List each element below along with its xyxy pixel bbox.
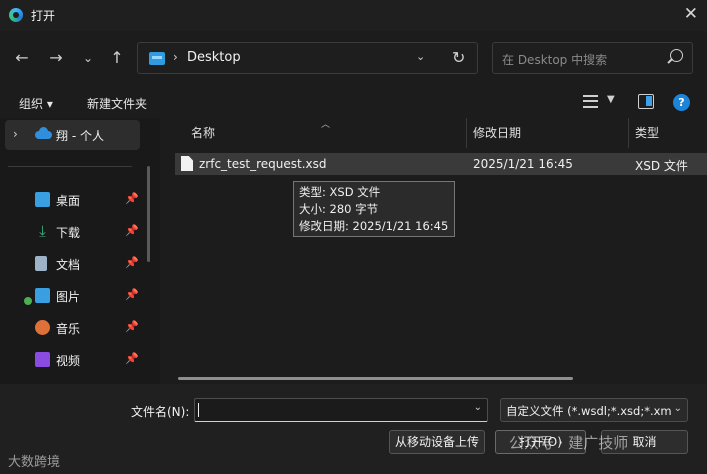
- watermark-right: 公众号 · 建广技师: [509, 434, 629, 452]
- window-title: 打开: [31, 9, 56, 23]
- expand-chevron-icon[interactable]: ›: [13, 127, 18, 141]
- onedrive-cloud-icon: [35, 127, 52, 139]
- forward-arrow-icon[interactable]: →: [46, 48, 66, 68]
- sidebar-item-label: 桌面: [56, 194, 81, 208]
- tooltip-type: 类型: XSD 文件: [299, 185, 381, 199]
- download-icon: ⤓: [39, 222, 46, 240]
- filetype-dropdown-icon[interactable]: ⌄: [674, 403, 682, 414]
- filename-input[interactable]: ⌄: [194, 398, 488, 422]
- address-dropdown-icon[interactable]: ⌄: [416, 50, 425, 63]
- sidebar-item-documents[interactable]: 文档 📌: [0, 251, 150, 277]
- tooltip-size: 大小: 280 字节: [299, 202, 379, 216]
- search-input[interactable]: 在 Desktop 中搜索: [502, 51, 607, 68]
- dialog-footer: 文件名(N): ⌄ 自定义文件 (*.wsdl;*.xsd;*.xml ⌄ 从移…: [0, 384, 707, 474]
- recent-locations-chevron-icon[interactable]: ⌄: [78, 48, 98, 68]
- help-icon[interactable]: ?: [673, 94, 690, 111]
- sync-status-icon: [23, 296, 33, 306]
- filetype-value: 自定义文件 (*.wsdl;*.xsd;*.xml: [506, 404, 671, 418]
- file-icon: [181, 156, 193, 171]
- title-bar: 打开 ✕: [0, 0, 707, 31]
- command-bar: 组织 ▾ 新建文件夹 ▼ ?: [0, 88, 707, 118]
- pictures-icon: [35, 288, 50, 303]
- pin-icon[interactable]: 📌: [125, 320, 139, 333]
- file-row[interactable]: zrfc_test_request.xsd 2025/1/21 16:45 XS…: [175, 153, 707, 175]
- sidebar-divider: [8, 166, 132, 167]
- refresh-icon[interactable]: ↻: [452, 48, 465, 67]
- column-divider[interactable]: [628, 118, 629, 148]
- horizontal-scrollbar[interactable]: [178, 377, 573, 380]
- sidebar-scrollbar[interactable]: [147, 166, 150, 262]
- column-header-date[interactable]: 修改日期: [473, 124, 521, 141]
- sidebar-item-videos[interactable]: 视频 📌: [0, 347, 150, 373]
- column-header-name[interactable]: 名称: [191, 124, 215, 141]
- close-icon[interactable]: ✕: [684, 4, 698, 24]
- sidebar-item-label: 图片: [56, 290, 81, 304]
- address-bar[interactable]: › Desktop ⌄ ↻: [137, 42, 478, 74]
- sidebar-item-pictures[interactable]: 图片 📌: [0, 283, 150, 309]
- sidebar-item-downloads[interactable]: ⤓ 下载 📌: [0, 219, 150, 245]
- pin-icon[interactable]: 📌: [125, 352, 139, 365]
- navigation-bar: ← → ⌄ ↑ › Desktop ⌄ ↻ 在 Desktop 中搜索: [0, 31, 707, 88]
- tooltip-date: 修改日期: 2025/1/21 16:45: [299, 219, 449, 233]
- organize-button[interactable]: 组织 ▾: [19, 95, 53, 112]
- filetype-select[interactable]: 自定义文件 (*.wsdl;*.xsd;*.xml ⌄: [500, 398, 688, 422]
- sidebar-item-music[interactable]: 音乐 📌: [0, 315, 150, 341]
- up-arrow-icon[interactable]: ↑: [107, 48, 127, 68]
- back-arrow-icon[interactable]: ←: [12, 48, 32, 68]
- desktop-folder-icon: [149, 52, 165, 65]
- document-icon: [35, 256, 47, 271]
- file-name: zrfc_test_request.xsd: [199, 157, 327, 171]
- video-icon: [35, 352, 50, 367]
- preview-pane-icon[interactable]: [638, 94, 654, 109]
- search-icon[interactable]: [670, 49, 683, 62]
- pin-icon[interactable]: 📌: [125, 192, 139, 205]
- sidebar-item-label: 下载: [56, 226, 81, 240]
- new-folder-button[interactable]: 新建文件夹: [87, 95, 147, 112]
- sidebar-item-desktop[interactable]: 桌面 📌: [0, 187, 150, 213]
- breadcrumb-location[interactable]: Desktop: [187, 50, 241, 65]
- pin-icon[interactable]: 📌: [125, 256, 139, 269]
- filename-dropdown-icon[interactable]: ⌄: [474, 402, 482, 413]
- watermark-left: 大数跨境: [8, 455, 61, 470]
- column-divider[interactable]: [466, 118, 467, 148]
- file-type: XSD 文件: [635, 159, 688, 173]
- sidebar-item-onedrive[interactable]: › 翔 - 个人: [5, 120, 140, 150]
- filename-label: 文件名(N):: [131, 405, 190, 419]
- sidebar-item-label: 翔 - 个人: [56, 129, 104, 143]
- file-tooltip: 类型: XSD 文件 大小: 280 字节 修改日期: 2025/1/21 16…: [293, 181, 455, 237]
- navigation-pane: › 翔 - 个人 桌面 📌 ⤓ 下载 📌 文档 📌 图片 📌 音乐 📌 视频 📌: [0, 118, 160, 384]
- breadcrumb-chevron-icon[interactable]: ›: [173, 50, 178, 64]
- music-icon: [35, 320, 50, 335]
- sidebar-item-label: 视频: [56, 354, 81, 368]
- upload-from-mobile-button[interactable]: 从移动设备上传: [389, 430, 485, 454]
- file-list: ︿ 名称 修改日期 类型 zrfc_test_request.xsd 2025/…: [160, 118, 707, 384]
- column-header-type[interactable]: 类型: [635, 124, 659, 141]
- view-dropdown-icon[interactable]: ▼: [607, 94, 615, 105]
- view-options-icon[interactable]: [583, 95, 598, 108]
- search-box[interactable]: 在 Desktop 中搜索: [492, 42, 693, 74]
- sort-caret-icon: ︿: [321, 120, 331, 130]
- sidebar-item-label: 音乐: [56, 322, 81, 336]
- file-date: 2025/1/21 16:45: [473, 157, 573, 171]
- edge-icon: [9, 8, 23, 22]
- pin-icon[interactable]: 📌: [125, 288, 139, 301]
- desktop-icon: [35, 192, 50, 207]
- sidebar-item-label: 文档: [56, 258, 81, 272]
- pin-icon[interactable]: 📌: [125, 224, 139, 237]
